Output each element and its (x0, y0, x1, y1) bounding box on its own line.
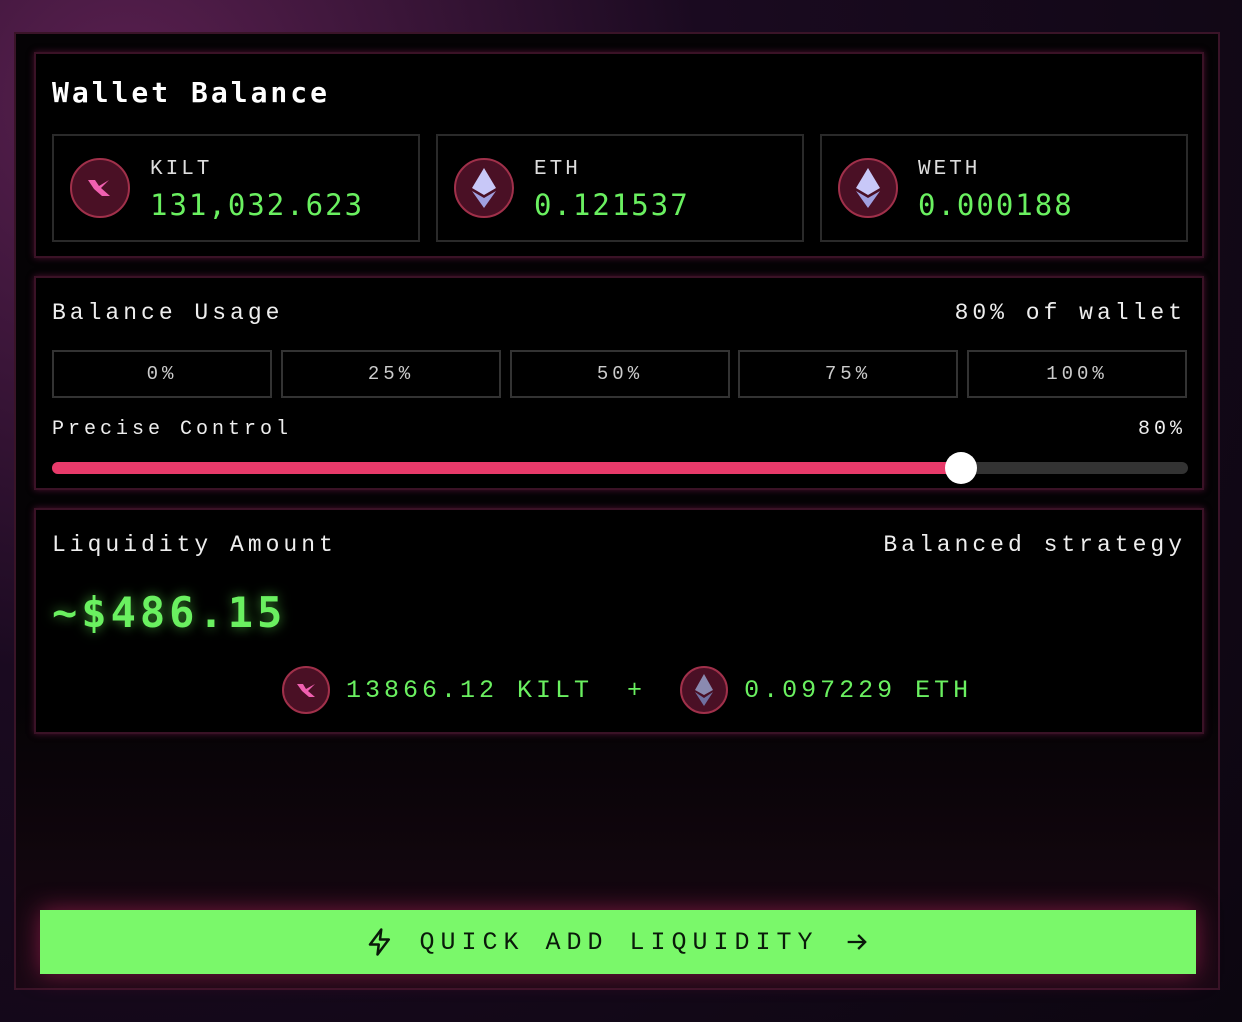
token-card-eth: ETH 0.121537 (436, 134, 804, 242)
eth-icon (838, 158, 898, 218)
token-split: 13866.12 KILT + 0.097229 ETH (282, 666, 972, 714)
liquidity-panel: Wallet Balance KILT 131,032.623 ETH 0.12… (14, 32, 1220, 990)
precise-control-value: 80% (1137, 418, 1186, 441)
preset-100-button[interactable]: 100% (967, 350, 1187, 398)
eth-icon (680, 666, 729, 714)
balance-usage-title: Balance Usage (52, 300, 284, 326)
slider-fill (52, 462, 961, 474)
lightning-icon (369, 928, 391, 956)
eth-icon (454, 158, 514, 218)
kilt-icon (70, 158, 130, 218)
quick-add-liquidity-button[interactable]: QUICK ADD LIQUIDITY (40, 910, 1196, 974)
token-card-kilt: KILT 131,032.623 (52, 134, 420, 242)
wallet-balance-title: Wallet Balance (52, 76, 331, 109)
token-name: KILT (150, 158, 213, 181)
token-name: ETH (534, 158, 581, 181)
token-balance: 0.000188 (918, 188, 1074, 222)
liquidity-amount-title: Liquidity Amount (52, 532, 337, 558)
liquidity-usd-amount: ~$486.15 (52, 588, 287, 637)
usage-summary: 80% of wallet (954, 300, 1186, 326)
kilt-icon (282, 666, 330, 714)
slider-thumb[interactable] (944, 452, 977, 484)
liquidity-amount-card: Liquidity Amount Balanced strategy ~$486… (34, 508, 1204, 734)
wallet-balance-card: Wallet Balance KILT 131,032.623 ETH 0.12… (34, 52, 1204, 258)
plus-sign: + (627, 675, 647, 705)
preset-25-button[interactable]: 25% (281, 350, 501, 398)
strategy-label: Balanced strategy (883, 532, 1186, 558)
token-balance: 131,032.623 (150, 188, 365, 222)
preset-75-button[interactable]: 75% (738, 350, 958, 398)
balance-usage-card: Balance Usage 80% of wallet 0% 25% 50% 7… (34, 276, 1204, 490)
token-card-weth: WETH 0.000188 (820, 134, 1188, 242)
token-name: WETH (918, 158, 981, 181)
preset-0-button[interactable]: 0% (52, 350, 272, 398)
eth-amount: 0.097229 ETH (744, 675, 973, 705)
token-balance: 0.121537 (534, 188, 690, 222)
arrow-right-icon (847, 934, 867, 950)
usage-slider[interactable] (52, 452, 1188, 484)
preset-50-button[interactable]: 50% (510, 350, 730, 398)
cta-label: QUICK ADD LIQUIDITY (419, 927, 819, 957)
precise-control-label: Precise Control (52, 418, 293, 441)
kilt-amount: 13866.12 KILT (346, 675, 594, 705)
